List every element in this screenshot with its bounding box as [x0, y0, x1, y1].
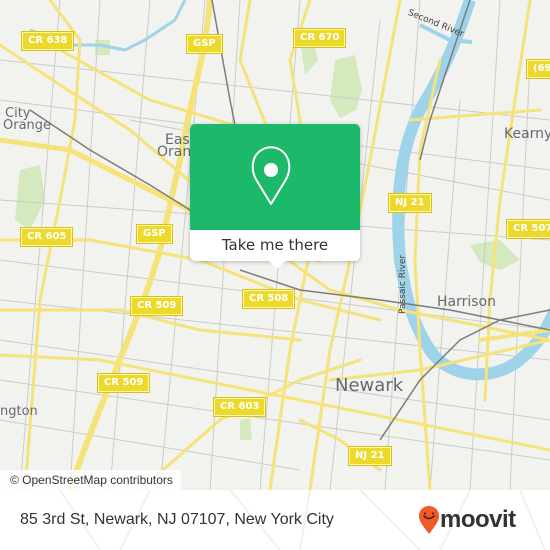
route-shield-cr605: CR 605: [21, 228, 73, 246]
route-shield-nj21-south: NJ 21: [349, 447, 391, 465]
map[interactable]: City Orange East Orange Kearny Harrison …: [0, 0, 550, 490]
address-text: 85 3rd St, Newark, NJ 07107, New York Ci…: [20, 511, 334, 528]
popup-pointer: [268, 260, 286, 269]
route-shield-cr670: CR 670: [294, 29, 346, 47]
river-label-passaic-river: Passaic River: [398, 254, 408, 314]
place-label-city-orange-2: Orange: [3, 118, 52, 133]
route-shield-cr638: CR 638: [22, 32, 74, 50]
park-south: [240, 418, 252, 440]
location-popup: Take me there: [190, 124, 360, 269]
place-label-irvington: ngton: [0, 404, 38, 419]
route-shield-r69x: (69: [527, 60, 550, 78]
place-label-newark: Newark: [335, 375, 404, 396]
route-shield-nj21-north: NJ 21: [389, 194, 431, 212]
place-label-harrison: Harrison: [437, 294, 496, 310]
popup-header: [190, 124, 360, 230]
route-shield-cr509-south: CR 509: [98, 374, 150, 392]
moovit-logo-text: moovit: [440, 506, 516, 533]
route-shield-cr509-north: CR 509: [131, 297, 183, 315]
place-label-kearny: Kearny: [504, 126, 550, 142]
park-west: [15, 165, 45, 230]
footer: 85 3rd St, Newark, NJ 07107, New York Ci…: [0, 490, 550, 550]
route-shield-gsp-south: GSP: [137, 225, 172, 243]
take-me-there-button[interactable]: Take me there: [190, 230, 360, 261]
route-shield-cr603: CR 603: [214, 398, 266, 416]
route-shield-cr508: CR 508: [243, 290, 295, 308]
park-branch-brook: [330, 55, 362, 118]
passaic-river: [392, 0, 550, 381]
route-shield-gsp-north: GSP: [187, 35, 222, 53]
map-pin-icon: [251, 146, 291, 205]
moovit-pin-icon: [419, 506, 439, 534]
map-attribution[interactable]: © OpenStreetMap contributors: [0, 470, 181, 490]
route-shield-cr507: CR 507: [507, 220, 550, 238]
